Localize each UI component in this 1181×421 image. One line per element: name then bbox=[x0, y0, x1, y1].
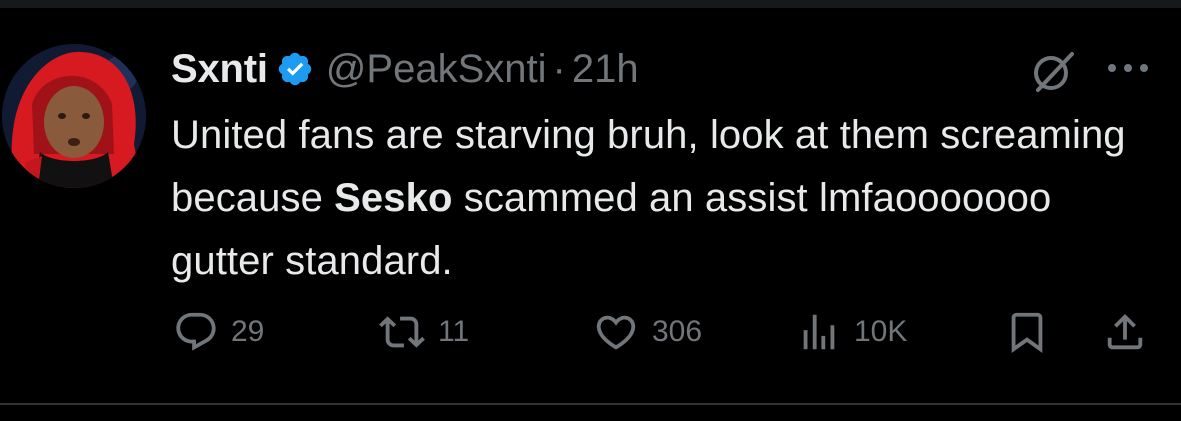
bottom-divider bbox=[0, 403, 1181, 421]
separator-dot: · bbox=[552, 46, 566, 91]
bookmark-icon bbox=[1011, 312, 1043, 353]
action-bar: 29 11 306 10K bbox=[0, 300, 1181, 364]
more-icon[interactable] bbox=[1104, 58, 1152, 78]
like-button[interactable]: 306 bbox=[592, 308, 702, 356]
bookmark-button[interactable] bbox=[1004, 308, 1050, 356]
user-handle[interactable]: @PeakSxnti bbox=[326, 47, 547, 92]
views-button[interactable]: 10K bbox=[796, 308, 907, 356]
tweet-header: Sxnti @PeakSxnti · 21h bbox=[171, 44, 639, 94]
tweet-text-bold: Sesko bbox=[334, 176, 453, 220]
display-name[interactable]: Sxnti bbox=[171, 47, 268, 92]
share-icon bbox=[1107, 313, 1143, 350]
views-count: 10K bbox=[854, 315, 908, 348]
avatar-image bbox=[2, 44, 146, 188]
views-icon bbox=[803, 314, 835, 350]
tweet-text: United fans are starving bruh, look at t… bbox=[171, 104, 1161, 293]
repost-button[interactable]: 11 bbox=[378, 308, 469, 356]
avatar[interactable] bbox=[2, 44, 146, 188]
grok-icon[interactable] bbox=[1028, 48, 1078, 94]
reply-button[interactable]: 29 bbox=[173, 308, 264, 356]
timestamp[interactable]: 21h bbox=[572, 47, 639, 92]
repost-icon bbox=[379, 316, 425, 348]
reply-icon bbox=[176, 312, 216, 351]
repost-count: 11 bbox=[438, 315, 470, 348]
verified-badge-icon bbox=[276, 50, 314, 88]
share-button[interactable] bbox=[1102, 308, 1148, 356]
top-divider bbox=[0, 0, 1181, 8]
like-count: 306 bbox=[652, 315, 703, 348]
reply-count: 29 bbox=[231, 315, 265, 348]
like-icon bbox=[596, 315, 636, 350]
